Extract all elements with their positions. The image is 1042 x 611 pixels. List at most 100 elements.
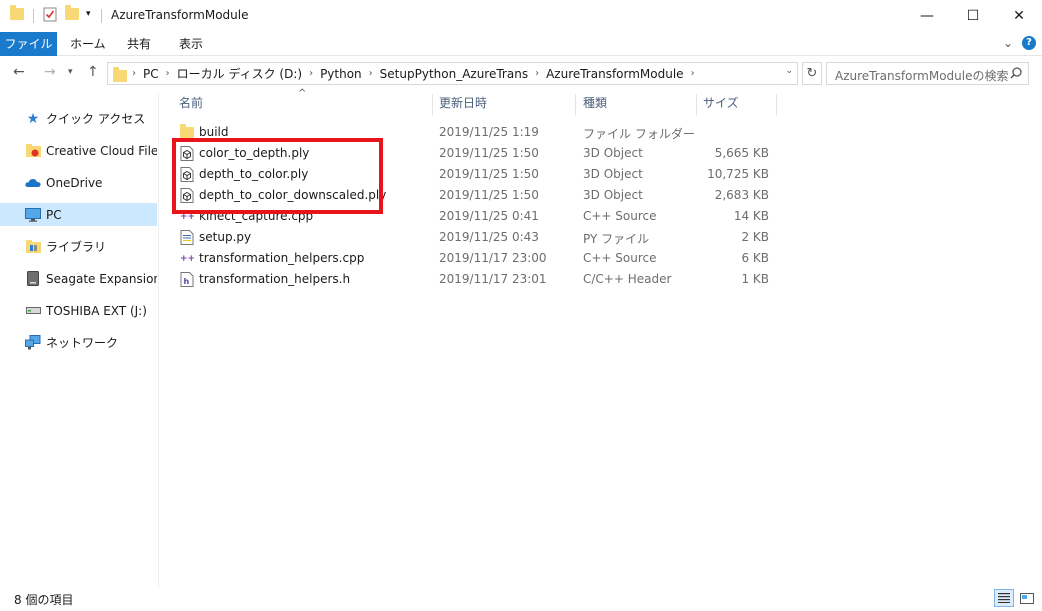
search-input[interactable]: AzureTransformModuleの検索 <box>826 62 1029 85</box>
sort-ascending-icon: ^ <box>298 88 307 99</box>
breadcrumb-item[interactable]: ローカル ディスク (D:) <box>172 65 307 82</box>
column-divider[interactable] <box>575 94 576 116</box>
file-size: 2,683 KB <box>714 188 769 202</box>
nav-item-seagate[interactable]: Seagate Expansion Dr <box>0 267 157 290</box>
nav-item-toshiba[interactable]: TOSHIBA EXT (J:) <box>0 299 157 322</box>
recent-locations-chevron-icon[interactable]: ▾ <box>68 67 73 77</box>
column-divider[interactable] <box>776 94 777 116</box>
annotation-highlight-box <box>172 138 383 214</box>
header-file-icon: h <box>180 272 194 287</box>
table-row[interactable]: setup.py 2019/11/25 0:43 PY ファイル 2 KB <box>160 227 780 248</box>
table-row[interactable]: h transformation_helpers.h 2019/11/17 23… <box>160 269 780 290</box>
ribbon-expand-icon[interactable]: ⌄ <box>1003 36 1013 50</box>
nav-item-onedrive[interactable]: OneDrive <box>0 171 157 194</box>
close-button[interactable]: ✕ <box>996 0 1042 32</box>
tab-view[interactable]: 表示 <box>169 32 213 56</box>
file-name: build <box>199 125 229 139</box>
refresh-button[interactable]: ↻ <box>802 62 822 85</box>
column-header-size[interactable]: サイズ <box>703 94 739 116</box>
file-size: 6 KB <box>741 251 769 265</box>
chevron-right-icon[interactable]: › <box>130 68 138 79</box>
external-drive-icon <box>25 271 41 287</box>
file-type: PY ファイル <box>583 232 650 246</box>
column-divider[interactable] <box>696 94 697 116</box>
address-history-chevron-icon[interactable]: ⌄ <box>785 66 793 76</box>
file-type: 3D Object <box>583 146 643 160</box>
customize-toolbar-icon[interactable]: ▾ <box>86 9 91 19</box>
file-type: 3D Object <box>583 167 643 181</box>
svg-text:++: ++ <box>180 254 194 264</box>
file-date: 2019/11/17 23:01 <box>439 272 547 286</box>
nav-item-creative-cloud[interactable]: Creative Cloud Files <box>0 139 157 162</box>
file-type: C++ Source <box>583 209 657 223</box>
column-header-name[interactable]: 名前 <box>179 94 203 116</box>
chevron-right-icon[interactable]: › <box>367 68 375 79</box>
search-placeholder: AzureTransformModuleの検索 <box>835 69 1009 83</box>
up-arrow-icon[interactable]: ↑ <box>87 64 99 80</box>
drive-icon <box>25 303 41 319</box>
chevron-right-icon[interactable]: › <box>307 68 315 79</box>
breadcrumb-item[interactable]: AzureTransformModule <box>541 67 689 81</box>
item-count: 8 個の項目 <box>14 593 74 607</box>
column-divider[interactable] <box>432 94 433 116</box>
network-icon <box>25 335 41 351</box>
chevron-right-icon[interactable]: › <box>533 68 541 79</box>
breadcrumb-item[interactable]: PC <box>138 67 164 81</box>
file-size: 14 KB <box>733 209 769 223</box>
ribbon-tabs: ファイル ホーム 共有 表示 ⌄ ? <box>0 32 1042 56</box>
file-date: 2019/11/25 1:50 <box>439 146 539 160</box>
svg-text:h: h <box>184 277 190 286</box>
table-row[interactable]: ++ transformation_helpers.cpp 2019/11/17… <box>160 248 780 269</box>
onedrive-cloud-icon <box>25 175 41 191</box>
file-name: transformation_helpers.h <box>199 272 351 286</box>
minimize-button[interactable]: — <box>904 0 950 32</box>
forward-arrow-icon[interactable]: → <box>44 64 56 80</box>
new-folder-icon[interactable] <box>65 5 79 20</box>
column-header-date[interactable]: 更新日時 <box>439 94 487 116</box>
column-header-type[interactable]: 種類 <box>583 94 607 116</box>
large-icons-view-icon[interactable] <box>1017 589 1037 607</box>
details-view-icon[interactable] <box>994 589 1014 607</box>
file-name: transformation_helpers.cpp <box>199 251 365 265</box>
properties-checkmark-icon[interactable] <box>43 7 57 25</box>
pc-monitor-icon <box>25 207 41 223</box>
divider <box>101 9 102 23</box>
library-icon <box>25 239 41 255</box>
nav-item-libraries[interactable]: ライブラリ <box>0 235 157 258</box>
breadcrumb-item[interactable]: SetupPython_AzureTrans <box>375 67 533 81</box>
title-bar: ▾ AzureTransformModule — ☐ ✕ <box>0 0 1042 32</box>
nav-item-network[interactable]: ネットワーク <box>0 331 157 354</box>
back-arrow-icon[interactable]: ← <box>13 64 25 80</box>
nav-item-quick-access[interactable]: ★ クイック アクセス <box>0 107 157 130</box>
tab-file[interactable]: ファイル <box>0 32 57 56</box>
file-date: 2019/11/25 1:50 <box>439 167 539 181</box>
tab-share[interactable]: 共有 <box>117 32 161 56</box>
chevron-right-icon[interactable]: › <box>164 68 172 79</box>
python-file-icon <box>180 230 194 245</box>
creative-cloud-icon <box>25 143 41 159</box>
file-date: 2019/11/25 0:41 <box>439 209 539 223</box>
nav-item-pc[interactable]: PC <box>0 203 157 226</box>
file-type: 3D Object <box>583 188 643 202</box>
file-date: 2019/11/25 1:19 <box>439 125 539 139</box>
folder-icon <box>113 66 127 82</box>
chevron-right-icon[interactable]: › <box>689 68 697 79</box>
tab-home[interactable]: ホーム <box>60 32 116 56</box>
file-type: ファイル フォルダー <box>583 127 695 141</box>
file-size: 5,665 KB <box>714 146 769 160</box>
folder-icon <box>10 5 24 20</box>
address-bar[interactable]: › PC › ローカル ディスク (D:) › Python › SetupPy… <box>107 62 798 85</box>
file-size: 1 KB <box>741 272 769 286</box>
file-size: 10,725 KB <box>707 167 769 181</box>
file-date: 2019/11/25 0:43 <box>439 230 539 244</box>
file-date: 2019/11/25 1:50 <box>439 188 539 202</box>
cpp-source-icon: ++ <box>180 254 194 264</box>
file-size: 2 KB <box>741 230 769 244</box>
breadcrumb-item[interactable]: Python <box>315 67 367 81</box>
search-icon[interactable] <box>1010 67 1022 79</box>
window-title: AzureTransformModule <box>111 8 249 22</box>
maximize-button[interactable]: ☐ <box>950 0 996 32</box>
navigation-pane: ★ クイック アクセス Creative Cloud Files OneDriv… <box>0 94 159 588</box>
help-icon[interactable]: ? <box>1022 36 1036 50</box>
divider <box>33 9 34 23</box>
